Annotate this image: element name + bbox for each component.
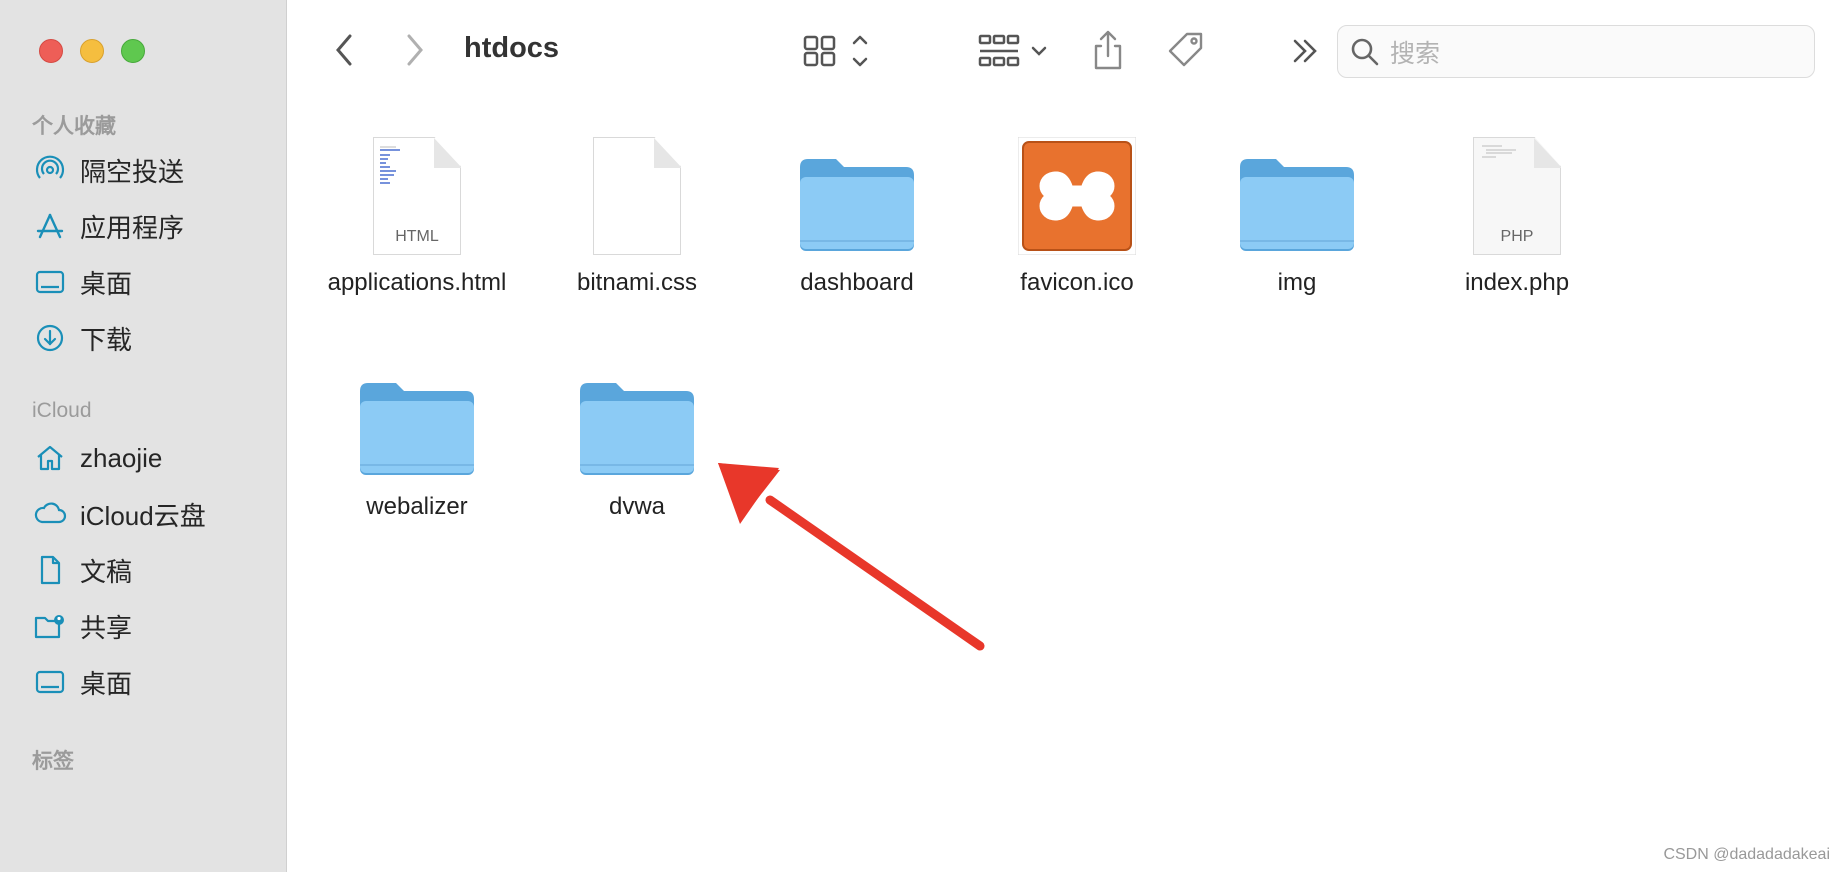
sidebar-item-desktop-icloud[interactable]: 桌面 bbox=[32, 662, 272, 702]
downloads-icon bbox=[32, 322, 68, 354]
file-item-index-php[interactable]: PHP index.php bbox=[1407, 125, 1627, 297]
sidebar-item-applications[interactable]: 应用程序 bbox=[32, 206, 272, 246]
file-item-img[interactable]: img bbox=[1187, 125, 1407, 297]
favorites-section-title: 个人收藏 bbox=[32, 115, 116, 138]
chevron-right-icon bbox=[407, 34, 423, 66]
document-icon bbox=[32, 554, 68, 586]
file-item-dvwa[interactable]: dvwa bbox=[527, 349, 747, 521]
sidebar-item-airdrop[interactable]: 隔空投送 bbox=[32, 150, 272, 190]
search-placeholder: 搜索 bbox=[1390, 39, 1441, 68]
applications-icon bbox=[32, 210, 68, 242]
search-field[interactable]: 搜索 bbox=[1337, 25, 1815, 78]
sidebar-item-shared[interactable]: 共享 bbox=[32, 606, 272, 646]
finder-window: 个人收藏 隔空投送 应用程序 桌面 下载 iCloud zhaojie iClo… bbox=[0, 0, 1840, 872]
group-grid-icon bbox=[978, 34, 1047, 67]
file-item-webalizer[interactable]: webalizer bbox=[307, 349, 527, 521]
folder-icon bbox=[360, 383, 474, 475]
sidebar: 个人收藏 隔空投送 应用程序 桌面 下载 iCloud zhaojie iClo… bbox=[0, 0, 287, 872]
icloud-drive-icon bbox=[32, 498, 68, 530]
file-name: webalizer bbox=[366, 493, 468, 520]
watermark-text: CSDN @dadadadakeai bbox=[1663, 846, 1830, 863]
group-button[interactable] bbox=[975, 28, 1055, 74]
folder-icon bbox=[580, 383, 694, 475]
blank-file-icon bbox=[593, 137, 681, 255]
minimize-window-button[interactable] bbox=[80, 39, 104, 63]
file-type-badge: PHP bbox=[1500, 228, 1534, 245]
more-toolbar-button[interactable] bbox=[1285, 30, 1325, 72]
file-name: applications.html bbox=[327, 269, 507, 296]
close-window-button[interactable] bbox=[39, 39, 63, 63]
forward-button[interactable] bbox=[398, 30, 432, 70]
desktop-icon bbox=[32, 266, 68, 298]
tag-button[interactable] bbox=[1164, 26, 1208, 74]
file-name: img bbox=[1277, 269, 1317, 296]
share-button[interactable] bbox=[1088, 26, 1128, 74]
back-button[interactable] bbox=[327, 30, 361, 70]
sidebar-item-home[interactable]: zhaojie bbox=[32, 438, 272, 478]
sidebar-item-label: 桌面 bbox=[80, 268, 133, 299]
sidebar-item-downloads[interactable]: 下载 bbox=[32, 318, 272, 358]
sidebar-item-label: 应用程序 bbox=[80, 212, 185, 243]
maximize-window-button[interactable] bbox=[121, 39, 145, 63]
php-file-icon: PHP bbox=[1473, 137, 1561, 255]
search-icon bbox=[1351, 38, 1379, 65]
airdrop-icon bbox=[32, 154, 68, 186]
folder-icon bbox=[1240, 159, 1354, 251]
window-controls bbox=[39, 39, 145, 63]
share-icon bbox=[1094, 30, 1122, 70]
shared-folder-icon bbox=[32, 610, 68, 642]
chevron-left-icon bbox=[336, 34, 352, 66]
sidebar-item-label: 文稿 bbox=[80, 556, 133, 587]
sidebar-item-label: 隔空投送 bbox=[80, 156, 185, 187]
file-name: index.php bbox=[1464, 269, 1570, 296]
file-name: favicon.ico bbox=[1020, 269, 1134, 296]
double-chevron-right-icon bbox=[1293, 39, 1317, 63]
file-name: dvwa bbox=[608, 493, 666, 520]
file-name: bitnami.css bbox=[576, 269, 698, 296]
xampp-logo-icon bbox=[1018, 137, 1136, 255]
desktop-icon bbox=[32, 666, 68, 698]
file-type-badge: HTML bbox=[395, 228, 439, 245]
sidebar-item-label: zhaojie bbox=[80, 442, 163, 473]
home-icon bbox=[32, 442, 68, 474]
file-item-dashboard[interactable]: dashboard bbox=[747, 125, 967, 297]
icloud-section-title: iCloud bbox=[32, 399, 92, 422]
tag-icon bbox=[1168, 32, 1203, 67]
icon-view-grid-icon bbox=[803, 35, 868, 67]
file-item-bitnami-css[interactable]: bitnami.css bbox=[527, 125, 747, 297]
sidebar-item-label: 桌面 bbox=[80, 668, 133, 699]
html-file-icon: HTML bbox=[373, 137, 461, 255]
tags-section-title: 标签 bbox=[32, 750, 74, 773]
file-name: dashboard bbox=[800, 269, 914, 296]
file-item-favicon-ico[interactable]: favicon.ico bbox=[967, 125, 1187, 297]
sidebar-item-label: 下载 bbox=[80, 324, 133, 355]
folder-icon bbox=[800, 159, 914, 251]
file-item-applications-html[interactable]: HTML applications.html bbox=[307, 125, 527, 297]
window-title: htdocs bbox=[464, 32, 560, 64]
sidebar-item-label: iCloud云盘 bbox=[80, 500, 206, 531]
sidebar-item-icloud-drive[interactable]: iCloud云盘 bbox=[32, 494, 272, 534]
sidebar-item-desktop[interactable]: 桌面 bbox=[32, 262, 272, 302]
view-mode-button[interactable] bbox=[800, 28, 876, 74]
sidebar-item-label: 共享 bbox=[80, 612, 133, 643]
sidebar-item-documents[interactable]: 文稿 bbox=[32, 550, 272, 590]
